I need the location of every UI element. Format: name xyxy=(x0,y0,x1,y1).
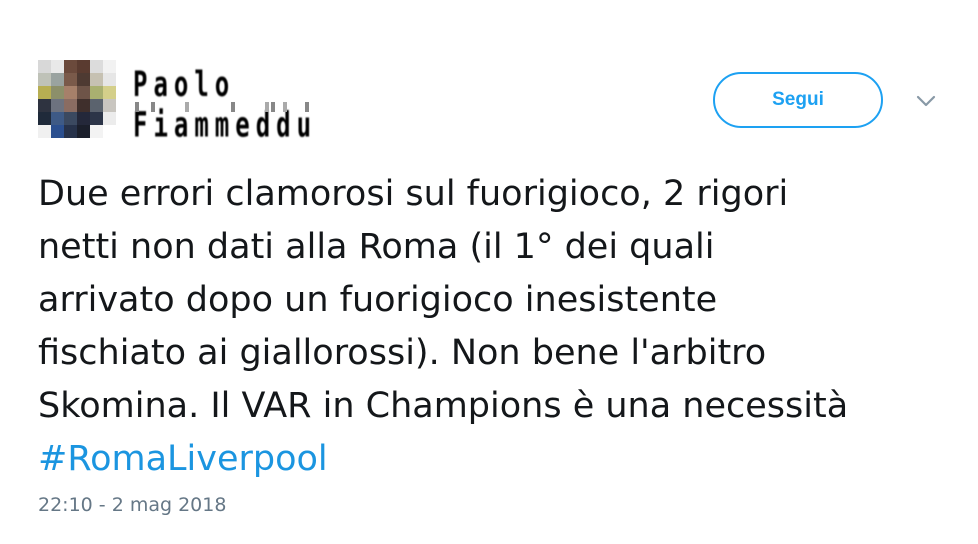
chevron-down-icon[interactable] xyxy=(914,93,938,109)
tweet-timestamp[interactable]: 22:10 - 2 mag 2018 xyxy=(38,494,226,516)
tweet-text-line: netti non dati alla Roma (il 1° dei qual… xyxy=(38,227,715,267)
tweet-text-line: Skomina. Il VAR in Champions è una neces… xyxy=(38,386,849,426)
follow-button[interactable]: Segui xyxy=(713,72,883,128)
hashtag-link[interactable]: #RomaLiverpool xyxy=(38,433,963,486)
author-handle-pixelation xyxy=(133,102,358,116)
tweet-text-line: arrivato dopo un fuorigioco inesistente xyxy=(38,280,718,320)
tweet-text-line: Due errori clamorosi sul fuorigioco, 2 r… xyxy=(38,174,789,214)
tweet-text-line: fischiato ai giallorossi). Non bene l'ar… xyxy=(38,333,767,373)
avatar[interactable] xyxy=(38,60,116,138)
author-name-block[interactable]: Paolo Fiammeddu xyxy=(133,64,358,145)
tweet-text: Due errori clamorosi sul fuorigioco, 2 r… xyxy=(38,168,963,486)
